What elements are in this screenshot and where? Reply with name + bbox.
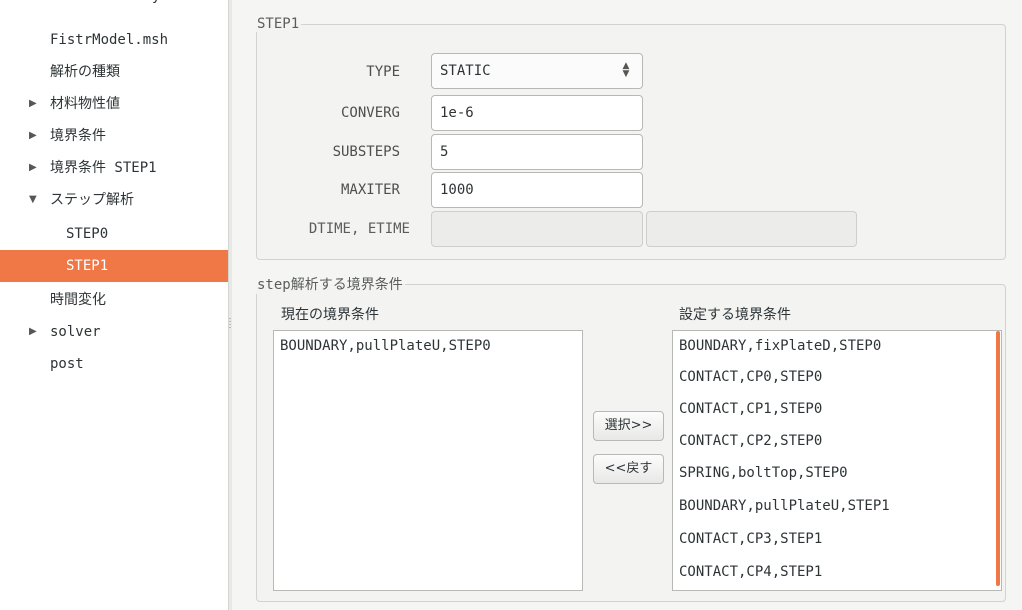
current-bc-list[interactable]: BOUNDARY,pullPlateU,STEP0 — [273, 330, 583, 591]
converg-input[interactable] — [431, 95, 643, 131]
maxiter-label: MAXITER — [340, 182, 400, 198]
dtime-input[interactable] — [431, 211, 643, 247]
collapse-arrow-icon[interactable]: ▼ — [29, 184, 37, 216]
select-button[interactable]: 選択>> — [593, 411, 664, 441]
tree-item-boundary-step1[interactable]: ▶ 境界条件 STEP1 — [0, 152, 228, 184]
tree-item-label: 境界条件 STEP1 — [50, 160, 157, 176]
tree-item-root[interactable]: FrontISTR analysis — [0, 0, 228, 12]
expand-arrow-icon[interactable]: ▶ — [29, 316, 37, 348]
up-down-chevron-icon: ▲ ▼ — [622, 61, 630, 79]
list-scrollbar[interactable] — [996, 331, 1000, 586]
substeps-label: SUBSTEPS — [332, 144, 400, 160]
substeps-input[interactable] — [431, 134, 643, 170]
tree-item-label: 材料物性値 — [50, 96, 120, 112]
tree-item-label: FistrModel.msh — [50, 32, 169, 48]
tree-item-boundary[interactable]: ▶ 境界条件 — [0, 120, 228, 152]
tree-item-step1[interactable]: STEP1 — [0, 250, 228, 282]
type-combo-value: STATIC — [440, 63, 491, 79]
tree-item-step-analysis[interactable]: ▼ ステップ解析 — [0, 184, 228, 216]
list-item[interactable]: CONTACT,CP1,STEP0 — [673, 393, 1001, 425]
tree-view[interactable]: FrontISTR analysis FistrModel.msh 解析の種類 … — [0, 0, 228, 610]
list-item[interactable]: BOUNDARY,pullPlateU,STEP0 — [274, 331, 582, 361]
list-item[interactable]: CONTACT,CP4,STEP1 — [673, 556, 1001, 589]
type-label: TYPE — [366, 64, 400, 80]
tree-item-label: 解析の種類 — [50, 64, 120, 80]
list-item[interactable]: SPRING,boltTop,STEP0 — [673, 457, 1001, 490]
tree-item-analysis-type[interactable]: 解析の種類 — [0, 56, 228, 88]
current-bc-title: 現在の境界条件 — [281, 307, 379, 323]
tree-item-solver[interactable]: ▶ solver — [0, 316, 228, 348]
tree-item-label: solver — [50, 324, 101, 340]
tree-item-step0[interactable]: STEP0 — [0, 218, 228, 250]
tree-item-label: FrontISTR analysis — [34, 0, 186, 12]
tree-item-label: STEP1 — [66, 258, 109, 274]
back-button[interactable]: <<戻す — [593, 454, 664, 484]
expand-arrow-icon[interactable]: ▶ — [29, 152, 37, 184]
dtime-etime-label: DTIME, ETIME — [308, 221, 410, 237]
tree-item-material[interactable]: ▶ 材料物性値 — [0, 88, 228, 120]
tree-item-label: 時間変化 — [50, 292, 106, 308]
tree-item-post[interactable]: post — [0, 348, 228, 380]
list-item[interactable]: BOUNDARY,pullPlateU,STEP1 — [673, 490, 1001, 523]
tree-item-label: post — [50, 356, 84, 372]
bc-frame-legend: step解析する境界条件 — [257, 277, 403, 293]
list-item[interactable]: BOUNDARY,fixPlateD,STEP0 — [673, 331, 1001, 361]
maxiter-input[interactable] — [431, 172, 643, 208]
tree-item-label: 境界条件 — [50, 128, 106, 144]
list-item[interactable]: CONTACT,CP3,STEP1 — [673, 523, 1001, 556]
step-frame-legend: STEP1 — [257, 16, 300, 32]
list-item[interactable]: CONTACT,CP0,STEP0 — [673, 361, 1001, 393]
type-combo[interactable]: STATIC ▲ ▼ — [431, 53, 643, 89]
expand-arrow-icon[interactable]: ▶ — [29, 120, 37, 152]
converg-label: CONVERG — [340, 105, 400, 121]
expand-arrow-icon[interactable]: ▶ — [29, 88, 37, 120]
setting-bc-list[interactable]: BOUNDARY,fixPlateD,STEP0 CONTACT,CP0,STE… — [672, 330, 1002, 591]
tree-item-mesh[interactable]: FistrModel.msh — [0, 24, 228, 56]
tree-item-label: STEP0 — [66, 226, 109, 242]
etime-input[interactable] — [646, 211, 857, 247]
tree-item-time-change[interactable]: 時間変化 — [0, 284, 228, 316]
setting-bc-title: 設定する境界条件 — [679, 307, 791, 323]
list-item[interactable]: CONTACT,CP2,STEP0 — [673, 425, 1001, 457]
tree-item-label: ステップ解析 — [50, 192, 134, 208]
